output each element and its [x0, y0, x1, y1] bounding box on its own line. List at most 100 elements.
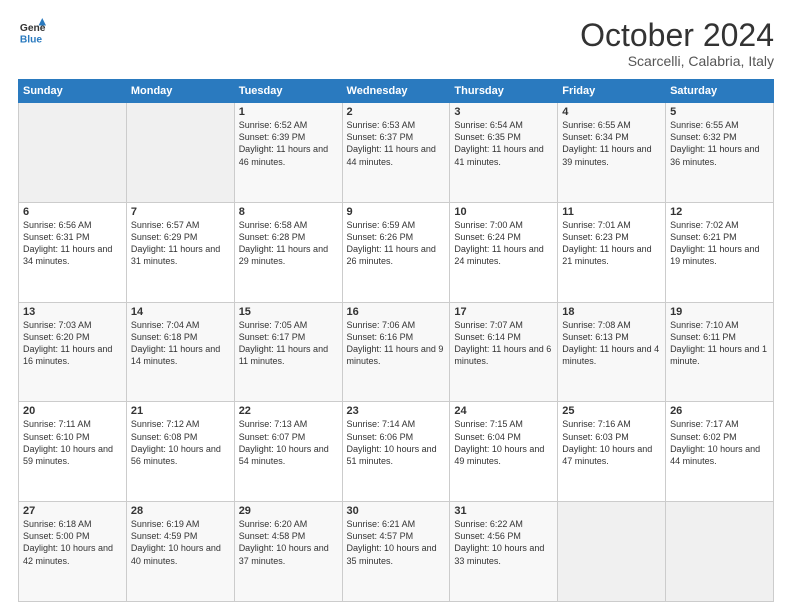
cell-info: Sunrise: 6:57 AMSunset: 6:29 PMDaylight:… [131, 219, 230, 268]
cell-info: Sunrise: 7:03 AMSunset: 6:20 PMDaylight:… [23, 319, 122, 368]
day-number: 15 [239, 306, 338, 318]
day-number: 19 [670, 306, 769, 318]
day-number: 6 [23, 206, 122, 218]
cell-info: Sunrise: 6:22 AMSunset: 4:56 PMDaylight:… [454, 518, 553, 567]
calendar-cell: 16Sunrise: 7:06 AMSunset: 6:16 PMDayligh… [342, 302, 450, 402]
day-number: 5 [670, 106, 769, 118]
col-saturday: Saturday [666, 80, 774, 103]
calendar-cell: 4Sunrise: 6:55 AMSunset: 6:34 PMDaylight… [558, 103, 666, 203]
day-number: 23 [347, 405, 446, 417]
cell-info: Sunrise: 6:21 AMSunset: 4:57 PMDaylight:… [347, 518, 446, 567]
calendar-cell: 18Sunrise: 7:08 AMSunset: 6:13 PMDayligh… [558, 302, 666, 402]
calendar-cell [19, 103, 127, 203]
calendar-cell: 15Sunrise: 7:05 AMSunset: 6:17 PMDayligh… [234, 302, 342, 402]
week-row-5: 27Sunrise: 6:18 AMSunset: 5:00 PMDayligh… [19, 502, 774, 602]
cell-info: Sunrise: 7:02 AMSunset: 6:21 PMDaylight:… [670, 219, 769, 268]
calendar-cell: 24Sunrise: 7:15 AMSunset: 6:04 PMDayligh… [450, 402, 558, 502]
day-number: 4 [562, 106, 661, 118]
day-number: 7 [131, 206, 230, 218]
calendar-cell: 22Sunrise: 7:13 AMSunset: 6:07 PMDayligh… [234, 402, 342, 502]
calendar-cell: 1Sunrise: 6:52 AMSunset: 6:39 PMDaylight… [234, 103, 342, 203]
week-row-1: 1Sunrise: 6:52 AMSunset: 6:39 PMDaylight… [19, 103, 774, 203]
page: General Blue October 2024 Scarcelli, Cal… [0, 0, 792, 612]
calendar-cell: 9Sunrise: 6:59 AMSunset: 6:26 PMDaylight… [342, 202, 450, 302]
title-block: October 2024 Scarcelli, Calabria, Italy [580, 18, 774, 69]
cell-info: Sunrise: 6:19 AMSunset: 4:59 PMDaylight:… [131, 518, 230, 567]
calendar-cell: 27Sunrise: 6:18 AMSunset: 5:00 PMDayligh… [19, 502, 127, 602]
day-number: 24 [454, 405, 553, 417]
day-number: 17 [454, 306, 553, 318]
calendar-cell: 2Sunrise: 6:53 AMSunset: 6:37 PMDaylight… [342, 103, 450, 203]
col-tuesday: Tuesday [234, 80, 342, 103]
calendar-cell: 21Sunrise: 7:12 AMSunset: 6:08 PMDayligh… [126, 402, 234, 502]
cell-info: Sunrise: 7:00 AMSunset: 6:24 PMDaylight:… [454, 219, 553, 268]
col-sunday: Sunday [19, 80, 127, 103]
day-number: 18 [562, 306, 661, 318]
day-number: 27 [23, 505, 122, 517]
cell-info: Sunrise: 6:56 AMSunset: 6:31 PMDaylight:… [23, 219, 122, 268]
cell-info: Sunrise: 7:08 AMSunset: 6:13 PMDaylight:… [562, 319, 661, 368]
header: General Blue October 2024 Scarcelli, Cal… [18, 18, 774, 69]
day-number: 20 [23, 405, 122, 417]
calendar-cell: 19Sunrise: 7:10 AMSunset: 6:11 PMDayligh… [666, 302, 774, 402]
day-number: 30 [347, 505, 446, 517]
day-number: 28 [131, 505, 230, 517]
day-number: 8 [239, 206, 338, 218]
logo-icon: General Blue [18, 18, 46, 46]
day-number: 12 [670, 206, 769, 218]
calendar-cell: 25Sunrise: 7:16 AMSunset: 6:03 PMDayligh… [558, 402, 666, 502]
week-row-2: 6Sunrise: 6:56 AMSunset: 6:31 PMDaylight… [19, 202, 774, 302]
calendar-cell: 11Sunrise: 7:01 AMSunset: 6:23 PMDayligh… [558, 202, 666, 302]
calendar-cell: 6Sunrise: 6:56 AMSunset: 6:31 PMDaylight… [19, 202, 127, 302]
calendar-cell: 23Sunrise: 7:14 AMSunset: 6:06 PMDayligh… [342, 402, 450, 502]
calendar-cell: 28Sunrise: 6:19 AMSunset: 4:59 PMDayligh… [126, 502, 234, 602]
location: Scarcelli, Calabria, Italy [580, 53, 774, 69]
col-thursday: Thursday [450, 80, 558, 103]
cell-info: Sunrise: 6:55 AMSunset: 6:34 PMDaylight:… [562, 119, 661, 168]
calendar-cell: 3Sunrise: 6:54 AMSunset: 6:35 PMDaylight… [450, 103, 558, 203]
month-title: October 2024 [580, 18, 774, 53]
day-number: 3 [454, 106, 553, 118]
svg-text:Blue: Blue [20, 34, 43, 45]
cell-info: Sunrise: 7:04 AMSunset: 6:18 PMDaylight:… [131, 319, 230, 368]
cell-info: Sunrise: 6:54 AMSunset: 6:35 PMDaylight:… [454, 119, 553, 168]
day-number: 21 [131, 405, 230, 417]
cell-info: Sunrise: 6:58 AMSunset: 6:28 PMDaylight:… [239, 219, 338, 268]
cell-info: Sunrise: 7:16 AMSunset: 6:03 PMDaylight:… [562, 418, 661, 467]
cell-info: Sunrise: 7:07 AMSunset: 6:14 PMDaylight:… [454, 319, 553, 368]
calendar-cell: 12Sunrise: 7:02 AMSunset: 6:21 PMDayligh… [666, 202, 774, 302]
calendar-cell: 17Sunrise: 7:07 AMSunset: 6:14 PMDayligh… [450, 302, 558, 402]
calendar-cell [666, 502, 774, 602]
cell-info: Sunrise: 7:11 AMSunset: 6:10 PMDaylight:… [23, 418, 122, 467]
calendar-cell: 30Sunrise: 6:21 AMSunset: 4:57 PMDayligh… [342, 502, 450, 602]
calendar-cell: 5Sunrise: 6:55 AMSunset: 6:32 PMDaylight… [666, 103, 774, 203]
day-number: 9 [347, 206, 446, 218]
cell-info: Sunrise: 6:53 AMSunset: 6:37 PMDaylight:… [347, 119, 446, 168]
calendar-cell: 7Sunrise: 6:57 AMSunset: 6:29 PMDaylight… [126, 202, 234, 302]
week-row-3: 13Sunrise: 7:03 AMSunset: 6:20 PMDayligh… [19, 302, 774, 402]
day-number: 25 [562, 405, 661, 417]
day-number: 22 [239, 405, 338, 417]
cell-info: Sunrise: 7:10 AMSunset: 6:11 PMDaylight:… [670, 319, 769, 368]
calendar-cell: 29Sunrise: 6:20 AMSunset: 4:58 PMDayligh… [234, 502, 342, 602]
day-number: 26 [670, 405, 769, 417]
day-number: 2 [347, 106, 446, 118]
day-number: 29 [239, 505, 338, 517]
week-row-4: 20Sunrise: 7:11 AMSunset: 6:10 PMDayligh… [19, 402, 774, 502]
calendar-cell: 14Sunrise: 7:04 AMSunset: 6:18 PMDayligh… [126, 302, 234, 402]
col-friday: Friday [558, 80, 666, 103]
cell-info: Sunrise: 6:52 AMSunset: 6:39 PMDaylight:… [239, 119, 338, 168]
calendar: Sunday Monday Tuesday Wednesday Thursday… [18, 79, 774, 602]
logo: General Blue [18, 18, 48, 46]
col-wednesday: Wednesday [342, 80, 450, 103]
cell-info: Sunrise: 7:12 AMSunset: 6:08 PMDaylight:… [131, 418, 230, 467]
day-number: 1 [239, 106, 338, 118]
day-number: 31 [454, 505, 553, 517]
day-number: 13 [23, 306, 122, 318]
calendar-header-row: Sunday Monday Tuesday Wednesday Thursday… [19, 80, 774, 103]
cell-info: Sunrise: 7:13 AMSunset: 6:07 PMDaylight:… [239, 418, 338, 467]
calendar-cell: 10Sunrise: 7:00 AMSunset: 6:24 PMDayligh… [450, 202, 558, 302]
cell-info: Sunrise: 6:59 AMSunset: 6:26 PMDaylight:… [347, 219, 446, 268]
cell-info: Sunrise: 7:15 AMSunset: 6:04 PMDaylight:… [454, 418, 553, 467]
calendar-cell [126, 103, 234, 203]
